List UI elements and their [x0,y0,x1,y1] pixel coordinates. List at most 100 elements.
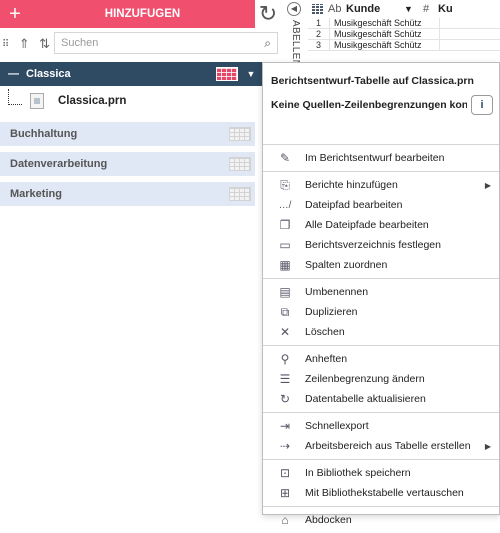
menu-item-delete[interactable]: ✕ Löschen [263,322,499,342]
add-button[interactable]: + HINZUFUGEN [0,0,255,28]
table-row[interactable]: 1 Musikgeschäft Schütz [308,18,500,29]
columns-icon: ▦ [279,258,291,272]
menu-item-edit-draft[interactable]: ✎ Im Berichtsentwurf bearbeiten [263,148,499,168]
data-grid: Ab Kunde ▼ # Ku 1 Musikgeschäft Schütz 2… [308,0,500,62]
side-tab-strip: ◀ ABELLEN [282,0,308,62]
tab-tables[interactable]: ABELLEN [287,20,301,62]
table-corner-icon[interactable] [308,1,328,17]
menu-item-refresh-table[interactable]: ↻ Datentabelle aktualisieren [263,389,499,409]
row-limit-icon: ☰ [279,372,291,386]
column-header-kunde[interactable]: Kunde [344,3,404,15]
undock-icon: ⌂ [281,513,289,527]
menu-item-label: In Bibliothek speichern [305,467,411,479]
column-header-2[interactable]: Ku [434,3,453,15]
group-row-datenverarbeitung[interactable]: Datenverarbeitung [0,152,255,176]
group-name: Buchhaltung [10,128,78,140]
menu-item-label: Löschen [305,326,345,338]
delete-icon: ✕ [279,325,291,339]
file-icon [30,93,44,109]
menu-item-edit-path[interactable]: …/ Dateipfad bearbeiten [263,195,499,215]
menu-item-save-library[interactable]: ⊡ In Bibliothek speichern [263,463,499,483]
menu-item-label: Duplizieren [305,306,358,318]
menu-item-map-columns[interactable]: ▦ Spalten zuordnen [263,255,499,275]
number-type-icon: # [422,3,430,15]
menu-item-label: Zeilenbegrenzung ändern [305,373,425,385]
refresh-icon: ↻ [279,392,291,406]
group-row-buchhaltung[interactable]: Buchhaltung [0,122,255,146]
pencil-icon: ✎ [279,151,291,165]
table-icon[interactable] [229,127,251,141]
add-button-label: HINZUFUGEN [104,8,181,20]
chevron-down-icon[interactable]: ▼ [404,4,418,14]
refresh-icon[interactable]: ↻ [257,0,279,28]
collapse-panel-icon[interactable]: ◀ [287,2,301,16]
grid-dots-icon[interactable]: ⠿ [2,39,9,50]
menu-item-quick-export[interactable]: ⇥ Schnellexport [263,416,499,436]
menu-item-rename[interactable]: ▤ Umbenennen [263,282,499,302]
folder-icon: ▭ [279,238,291,252]
info-icon[interactable]: i [471,95,493,115]
plus-icon: + [9,3,21,25]
menu-item-label: Abdocken [305,514,352,526]
menu-item-create-workspace[interactable]: ⇢ Arbeitsbereich aus Tabelle erstellen ▶ [263,436,499,456]
menu-item-label: Schnellexport [305,420,369,432]
menu-item-label: Im Berichtsentwurf bearbeiten [305,152,445,164]
group-row-marketing[interactable]: Marketing [0,182,255,206]
table-icon[interactable] [216,67,238,81]
menu-item-label: Alle Dateipfade bearbeiten [305,219,429,231]
collapse-all-icon[interactable]: ⇑ [19,36,30,52]
tree-file-row[interactable]: Classica.prn [0,88,262,114]
menu-subtitle: Keine Quellen-Zeilenbegrenzungen konf… [271,99,467,111]
path-icon: …/ [278,199,292,211]
cell[interactable]: Musikgeschäft Schütz [330,29,440,39]
group-name: Classica [26,68,71,80]
chevron-down-icon[interactable]: ▼ [244,69,258,79]
menu-item-label: Arbeitsbereich aus Tabelle erstellen [305,440,471,452]
menu-section: ⚲ Anheften ☰ Zeilenbegrenzung ändern ↻ D… [263,346,499,413]
workspace-icon: ⇢ [279,439,291,453]
menu-item-edit-all-paths[interactable]: ❐ Alle Dateipfade bearbeiten [263,215,499,235]
menu-item-label: Berichtsverzeichnis festlegen [305,239,441,251]
table-row[interactable]: 2 Musikgeschäft Schütz [308,29,500,40]
menu-title: Berichtsentwurf-Tabelle auf Classica.prn [271,75,474,87]
group-name: Marketing [10,188,62,200]
menu-item-add-reports[interactable]: ⎘ Berichte hinzufügen ▶ [263,175,499,195]
submenu-arrow-icon: ▶ [484,180,491,190]
menu-item-pin[interactable]: ⚲ Anheften [263,349,499,369]
group-name: Datenverarbeitung [10,158,108,170]
submenu-arrow-icon: ▶ [484,441,491,451]
all-paths-icon: ❐ [279,218,291,232]
cell[interactable]: Musikgeschäft Schütz [330,40,440,50]
row-number: 2 [308,29,330,39]
text-type-icon: Ab [328,3,342,15]
search-row: ⠿ ⇑ ⇅ ⌕ [0,30,280,58]
row-number: 1 [308,18,330,28]
menu-item-label: Mit Bibliothekstabelle vertauschen [305,487,464,499]
menu-item-label: Berichte hinzufügen [305,179,398,191]
sort-controls: ⠿ ⇑ ⇅ [2,34,50,54]
menu-item-undock[interactable]: ⌂ Abdocken [263,510,499,530]
grid-header: Ab Kunde ▼ # Ku [308,0,500,18]
table-row[interactable]: 3 Musikgeschäft Schütz [308,40,500,51]
menu-section: ▤ Umbenennen ⧉ Duplizieren ✕ Löschen [263,279,499,346]
menu-item-row-limit[interactable]: ☰ Zeilenbegrenzung ändern [263,369,499,389]
menu-section: ⌂ Abdocken [263,507,499,533]
table-icon[interactable] [229,187,251,201]
duplicate-icon: ⧉ [280,304,290,319]
menu-section: ✎ Im Berichtsentwurf bearbeiten [263,145,499,172]
menu-item-set-report-dir[interactable]: ▭ Berichtsverzeichnis festlegen [263,235,499,255]
table-icon[interactable] [229,157,251,171]
cell[interactable]: Musikgeschäft Schütz [330,18,440,28]
menu-item-label: Datentabelle aktualisieren [305,393,426,405]
search-field[interactable]: ⌕ [54,32,278,54]
sort-icon[interactable]: ⇅ [39,36,50,52]
collapse-icon[interactable]: — [0,68,20,80]
menu-item-label: Umbenennen [305,286,369,298]
rename-icon: ▤ [279,285,291,299]
group-header-classica[interactable]: — Classica ▼ [0,62,262,86]
menu-section: ⇥ Schnellexport ⇢ Arbeitsbereich aus Tab… [263,413,499,460]
menu-item-swap-library[interactable]: ⊞ Mit Bibliothekstabelle vertauschen [263,483,499,503]
search-input[interactable] [55,33,245,53]
menu-item-duplicate[interactable]: ⧉ Duplizieren [263,302,499,322]
search-icon[interactable]: ⌕ [264,36,271,51]
